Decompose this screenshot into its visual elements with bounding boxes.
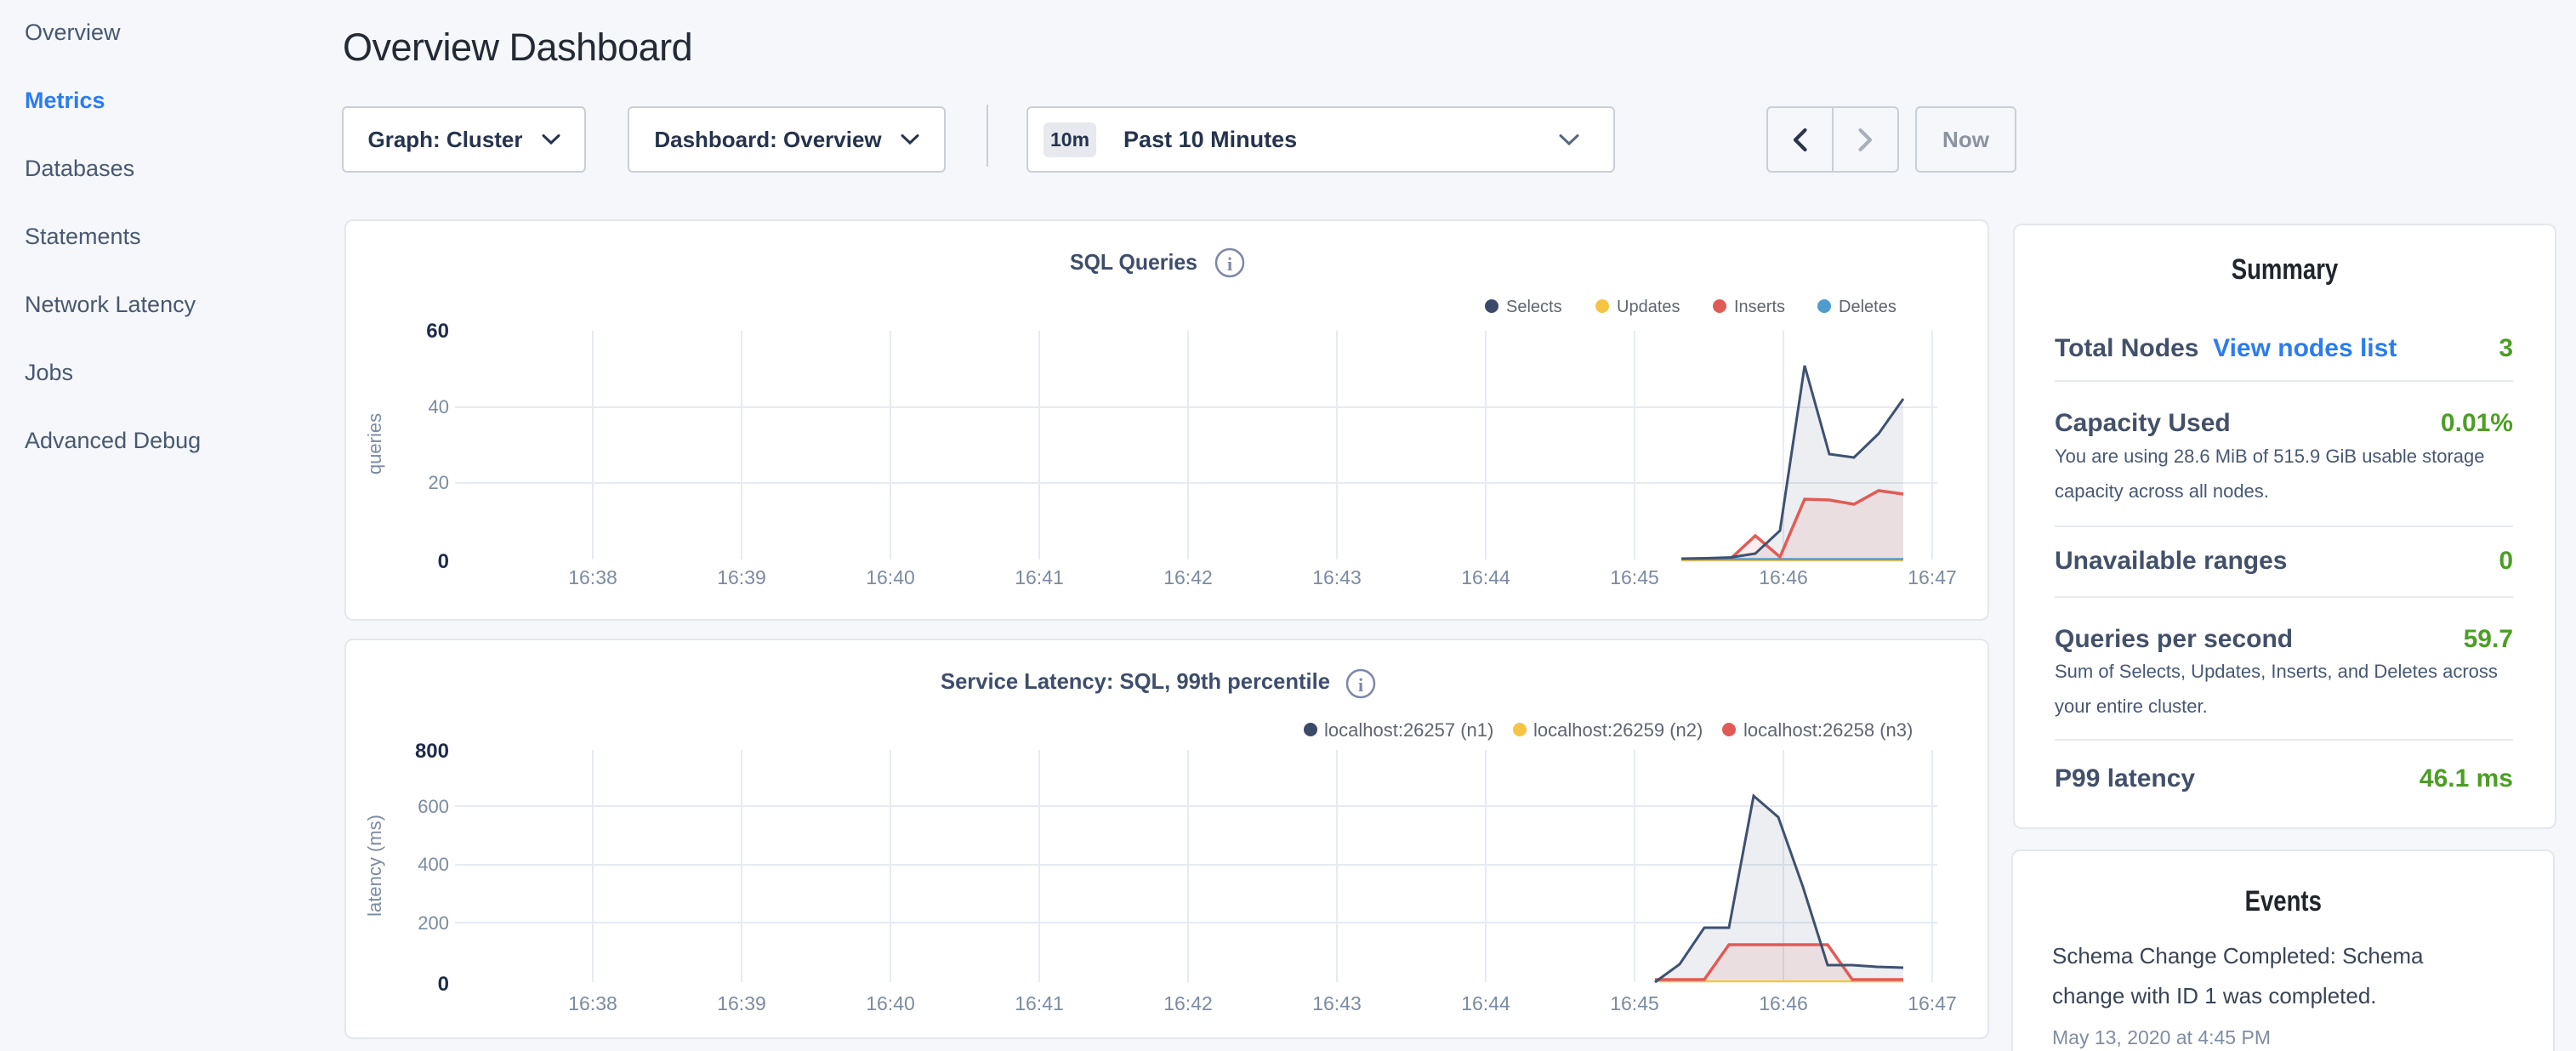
- svg-text:latency (ms): latency (ms): [364, 815, 385, 917]
- svg-text:16:43: 16:43: [1312, 566, 1362, 588]
- svg-text:16:45: 16:45: [1610, 992, 1659, 1014]
- svg-text:16:44: 16:44: [1461, 566, 1510, 588]
- svg-text:16:46: 16:46: [1759, 992, 1808, 1014]
- svg-text:16:46: 16:46: [1759, 566, 1808, 588]
- svg-text:localhost:26259 (n2): localhost:26259 (n2): [1533, 719, 1703, 741]
- svg-text:16:39: 16:39: [717, 992, 766, 1014]
- svg-text:16:42: 16:42: [1163, 566, 1213, 588]
- svg-text:16:40: 16:40: [866, 992, 915, 1014]
- svg-text:200: 200: [418, 912, 449, 934]
- svg-text:16:38: 16:38: [568, 992, 617, 1014]
- svg-text:0: 0: [438, 973, 449, 996]
- svg-text:localhost:26258 (n3): localhost:26258 (n3): [1743, 719, 1913, 741]
- svg-text:16:41: 16:41: [1015, 566, 1064, 588]
- svg-text:i: i: [1227, 253, 1232, 275]
- svg-text:16:44: 16:44: [1461, 992, 1510, 1014]
- svg-text:20: 20: [429, 472, 449, 493]
- svg-text:Service Latency: SQL, 99th per: Service Latency: SQL, 99th percentile: [941, 668, 1330, 694]
- svg-text:Updates: Updates: [1617, 298, 1680, 316]
- svg-text:localhost:26257 (n1): localhost:26257 (n1): [1324, 719, 1493, 741]
- svg-text:400: 400: [418, 854, 449, 875]
- svg-text:i: i: [1358, 674, 1363, 696]
- svg-text:16:39: 16:39: [717, 566, 766, 588]
- svg-text:16:41: 16:41: [1015, 992, 1064, 1014]
- svg-text:SQL Queries: SQL Queries: [1070, 249, 1197, 275]
- svg-text:16:38: 16:38: [568, 566, 617, 588]
- svg-text:queries: queries: [364, 413, 385, 474]
- svg-text:Deletes: Deletes: [1839, 298, 1896, 316]
- svg-text:16:45: 16:45: [1610, 566, 1659, 588]
- svg-text:16:43: 16:43: [1312, 992, 1362, 1014]
- svg-text:16:47: 16:47: [1908, 566, 1957, 588]
- svg-text:16:47: 16:47: [1908, 992, 1957, 1014]
- svg-text:0: 0: [438, 550, 449, 573]
- svg-text:800: 800: [415, 740, 449, 763]
- svg-text:60: 60: [426, 320, 449, 343]
- svg-text:16:40: 16:40: [866, 566, 915, 588]
- svg-text:Inserts: Inserts: [1734, 298, 1785, 316]
- svg-text:16:42: 16:42: [1163, 992, 1213, 1014]
- svg-text:600: 600: [418, 796, 449, 817]
- svg-text:40: 40: [429, 396, 449, 418]
- svg-text:Selects: Selects: [1506, 298, 1562, 316]
